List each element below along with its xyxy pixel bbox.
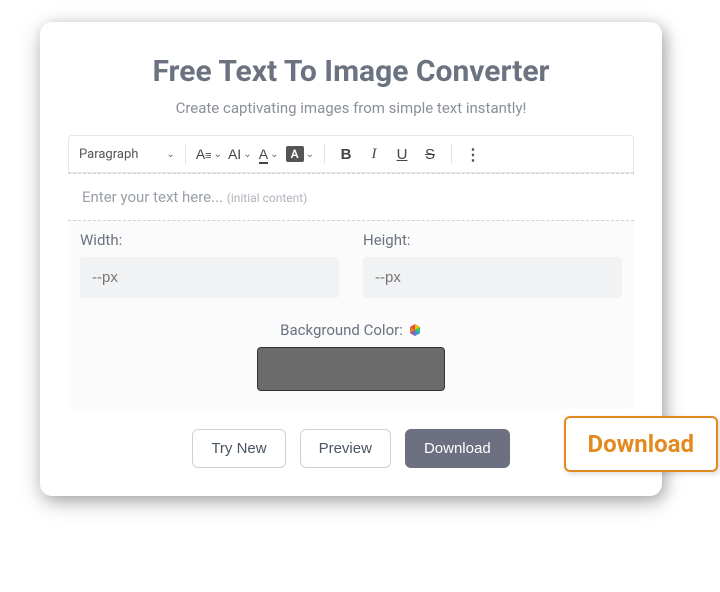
download-callout: Download [564, 416, 718, 472]
font-size-dropdown[interactable]: AI ⌄ [228, 142, 252, 166]
chevron-down-icon: ⌄ [243, 149, 251, 160]
action-row: Try New Preview Download [68, 429, 634, 468]
underline-button[interactable]: U [391, 142, 413, 166]
page-subtitle: Create captivating images from simple te… [68, 99, 634, 117]
toolbar-separator [451, 144, 452, 164]
page-title: Free Text To Image Converter [68, 54, 634, 89]
text-placeholder: Enter your text here... [82, 188, 223, 206]
download-button[interactable]: Download [405, 429, 510, 468]
chevron-down-icon: ⌄ [214, 149, 222, 160]
font-size-icon: AI [228, 146, 241, 162]
block-style-label: Paragraph [79, 147, 138, 162]
text-color-icon: A [259, 146, 268, 162]
block-style-select[interactable]: Paragraph ⌄ [79, 147, 175, 162]
font-family-dropdown[interactable]: A≡ ⌄ [196, 142, 222, 166]
toolbar-separator [185, 144, 186, 164]
editor-panel: Paragraph ⌄ A≡ ⌄ AI ⌄ A ⌄ A [68, 135, 634, 409]
width-label: Width: [80, 231, 339, 249]
highlight-icon: A [286, 146, 304, 162]
text-color-dropdown[interactable]: A ⌄ [258, 142, 280, 166]
color-picker-icon [408, 323, 422, 337]
background-row: Background Color: [68, 320, 634, 391]
bold-button[interactable]: B [335, 142, 357, 166]
width-input[interactable] [80, 257, 339, 298]
chevron-down-icon: ⌄ [270, 149, 278, 160]
toolbar-separator [324, 144, 325, 164]
strike-button[interactable]: S [419, 142, 441, 166]
text-hint: (initial content) [227, 191, 308, 205]
try-new-button[interactable]: Try New [192, 429, 285, 468]
more-options-button[interactable]: ⋮ [462, 142, 484, 166]
italic-button[interactable]: I [363, 142, 385, 166]
highlight-dropdown[interactable]: A ⌄ [286, 142, 314, 166]
font-family-icon: A≡ [196, 146, 212, 162]
height-input[interactable] [363, 257, 622, 298]
text-input[interactable]: Enter your text here... (initial content… [68, 174, 634, 221]
background-color-swatch[interactable] [257, 347, 445, 391]
chevron-down-icon: ⌄ [306, 149, 314, 160]
background-label: Background Color: [280, 321, 422, 339]
dimensions-row: Width: Height: [68, 221, 634, 298]
preview-button[interactable]: Preview [300, 429, 391, 468]
height-label: Height: [363, 231, 622, 249]
chevron-down-icon: ⌄ [166, 149, 174, 160]
editor-toolbar: Paragraph ⌄ A≡ ⌄ AI ⌄ A ⌄ A [68, 135, 634, 173]
